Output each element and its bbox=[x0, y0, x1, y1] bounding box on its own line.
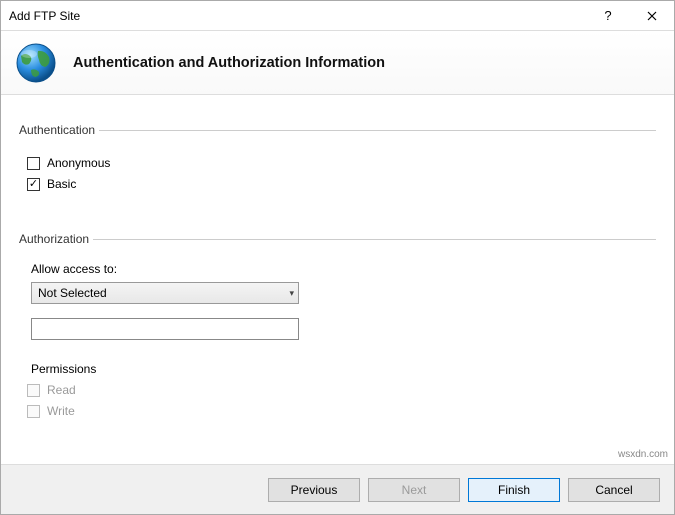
anonymous-label: Anonymous bbox=[47, 156, 110, 170]
close-icon bbox=[647, 11, 657, 21]
close-button[interactable] bbox=[630, 1, 674, 30]
wizard-footer: Previous Next Finish Cancel bbox=[1, 464, 674, 514]
next-button: Next bbox=[368, 478, 460, 502]
allow-access-select[interactable]: Not Selected ▾ bbox=[31, 282, 299, 304]
read-checkbox bbox=[27, 384, 40, 397]
anonymous-checkbox[interactable] bbox=[27, 157, 40, 170]
wizard-content: Authentication Anonymous ✓ Basic Authori… bbox=[1, 95, 674, 435]
authorization-legend: Authorization bbox=[19, 232, 93, 246]
authentication-legend: Authentication bbox=[19, 123, 99, 137]
dialog-window: Add FTP Site ? Authe bbox=[0, 0, 675, 515]
wizard-title: Authentication and Authorization Informa… bbox=[73, 55, 385, 71]
cancel-button[interactable]: Cancel bbox=[568, 478, 660, 502]
authorization-text-input[interactable] bbox=[31, 318, 299, 340]
previous-button[interactable]: Previous bbox=[268, 478, 360, 502]
allow-access-value: Not Selected bbox=[38, 286, 107, 300]
titlebar: Add FTP Site ? bbox=[1, 1, 674, 31]
window-title: Add FTP Site bbox=[9, 9, 586, 23]
authentication-group: Authentication Anonymous ✓ Basic bbox=[19, 123, 656, 208]
help-button[interactable]: ? bbox=[586, 1, 630, 30]
check-icon: ✓ bbox=[29, 179, 38, 190]
write-checkbox bbox=[27, 405, 40, 418]
permissions-label: Permissions bbox=[31, 362, 648, 376]
allow-access-label: Allow access to: bbox=[31, 262, 648, 276]
read-checkbox-row: Read bbox=[27, 383, 648, 397]
watermark-text: wsxdn.com bbox=[618, 449, 668, 460]
basic-checkbox[interactable]: ✓ bbox=[27, 178, 40, 191]
basic-checkbox-row[interactable]: ✓ Basic bbox=[27, 177, 648, 191]
write-label: Write bbox=[47, 404, 75, 418]
finish-button[interactable]: Finish bbox=[468, 478, 560, 502]
globe-icon bbox=[15, 42, 57, 84]
anonymous-checkbox-row[interactable]: Anonymous bbox=[27, 156, 648, 170]
write-checkbox-row: Write bbox=[27, 404, 648, 418]
chevron-down-icon: ▾ bbox=[289, 288, 294, 299]
basic-label: Basic bbox=[47, 177, 76, 191]
authorization-group: Authorization Allow access to: Not Selec… bbox=[19, 232, 656, 435]
wizard-header: Authentication and Authorization Informa… bbox=[1, 31, 674, 95]
read-label: Read bbox=[47, 383, 76, 397]
